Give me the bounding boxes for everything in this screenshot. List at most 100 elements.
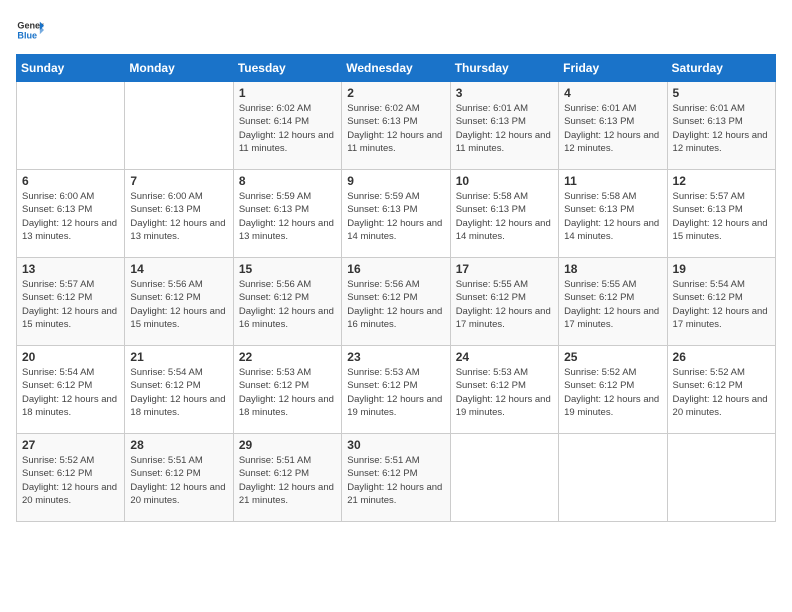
day-number: 27 bbox=[22, 438, 119, 452]
day-number: 22 bbox=[239, 350, 336, 364]
logo: General Blue bbox=[16, 16, 44, 44]
day-number: 16 bbox=[347, 262, 444, 276]
day-info: Sunrise: 5:55 AM Sunset: 6:12 PM Dayligh… bbox=[456, 278, 553, 331]
day-info: Sunrise: 5:54 AM Sunset: 6:12 PM Dayligh… bbox=[673, 278, 770, 331]
calendar-week-row: 13 Sunrise: 5:57 AM Sunset: 6:12 PM Dayli… bbox=[17, 258, 776, 346]
day-number: 29 bbox=[239, 438, 336, 452]
day-number: 2 bbox=[347, 86, 444, 100]
weekday-header-friday: Friday bbox=[559, 55, 667, 82]
calendar-week-row: 27 Sunrise: 5:52 AM Sunset: 6:12 PM Dayli… bbox=[17, 434, 776, 522]
calendar-header: SundayMondayTuesdayWednesdayThursdayFrid… bbox=[17, 55, 776, 82]
calendar-cell: 28 Sunrise: 5:51 AM Sunset: 6:12 PM Dayli… bbox=[125, 434, 233, 522]
calendar-cell bbox=[125, 82, 233, 170]
calendar-cell: 2Sunrise: 6:02 AM Sunset: 6:13 PM Daylig… bbox=[342, 82, 450, 170]
calendar-cell: 15Sunrise: 5:56 AM Sunset: 6:12 PM Dayli… bbox=[233, 258, 341, 346]
calendar-cell: 29 Sunrise: 5:51 AM Sunset: 6:12 PM Dayli… bbox=[233, 434, 341, 522]
calendar-body: 1Sunrise: 6:02 AM Sunset: 6:14 PM Daylig… bbox=[17, 82, 776, 522]
day-number: 5 bbox=[673, 86, 770, 100]
calendar-cell: 14 Sunrise: 5:56 AM Sunset: 6:12 PM Dayli… bbox=[125, 258, 233, 346]
day-number: 4 bbox=[564, 86, 661, 100]
calendar-cell: 30Sunrise: 5:51 AM Sunset: 6:12 PM Dayli… bbox=[342, 434, 450, 522]
day-info: Sunrise: 5:55 AM Sunset: 6:12 PM Dayligh… bbox=[564, 278, 661, 331]
calendar-cell: 16 Sunrise: 5:56 AM Sunset: 6:12 PM Dayli… bbox=[342, 258, 450, 346]
calendar-cell: 6 Sunrise: 6:00 AM Sunset: 6:13 PM Daylig… bbox=[17, 170, 125, 258]
day-number: 3 bbox=[456, 86, 553, 100]
calendar-cell: 19 Sunrise: 5:54 AM Sunset: 6:12 PM Dayli… bbox=[667, 258, 775, 346]
calendar-week-row: 20 Sunrise: 5:54 AM Sunset: 6:12 PM Dayli… bbox=[17, 346, 776, 434]
day-number: 28 bbox=[130, 438, 227, 452]
day-number: 12 bbox=[673, 174, 770, 188]
calendar-cell: 20 Sunrise: 5:54 AM Sunset: 6:12 PM Dayli… bbox=[17, 346, 125, 434]
day-info: Sunrise: 5:58 AM Sunset: 6:13 PM Dayligh… bbox=[564, 190, 661, 243]
day-info: Sunrise: 5:56 AM Sunset: 6:12 PM Dayligh… bbox=[130, 278, 227, 331]
logo-icon: General Blue bbox=[16, 16, 44, 44]
day-info: Sunrise: 6:01 AM Sunset: 6:13 PM Dayligh… bbox=[673, 102, 770, 155]
day-number: 8 bbox=[239, 174, 336, 188]
calendar-cell: 17 Sunrise: 5:55 AM Sunset: 6:12 PM Dayli… bbox=[450, 258, 558, 346]
day-info: Sunrise: 6:02 AM Sunset: 6:14 PM Dayligh… bbox=[239, 102, 336, 155]
calendar-cell bbox=[667, 434, 775, 522]
calendar-cell: 7 Sunrise: 6:00 AM Sunset: 6:13 PM Daylig… bbox=[125, 170, 233, 258]
calendar-week-row: 1Sunrise: 6:02 AM Sunset: 6:14 PM Daylig… bbox=[17, 82, 776, 170]
day-number: 7 bbox=[130, 174, 227, 188]
svg-text:Blue: Blue bbox=[17, 30, 37, 40]
calendar-cell: 3 Sunrise: 6:01 AM Sunset: 6:13 PM Daylig… bbox=[450, 82, 558, 170]
calendar-cell: 13 Sunrise: 5:57 AM Sunset: 6:12 PM Dayli… bbox=[17, 258, 125, 346]
day-number: 19 bbox=[673, 262, 770, 276]
day-info: Sunrise: 5:51 AM Sunset: 6:12 PM Dayligh… bbox=[239, 454, 336, 507]
day-number: 24 bbox=[456, 350, 553, 364]
day-info: Sunrise: 5:52 AM Sunset: 6:12 PM Dayligh… bbox=[673, 366, 770, 419]
day-number: 6 bbox=[22, 174, 119, 188]
weekday-header-thursday: Thursday bbox=[450, 55, 558, 82]
day-info: Sunrise: 5:54 AM Sunset: 6:12 PM Dayligh… bbox=[22, 366, 119, 419]
day-info: Sunrise: 5:52 AM Sunset: 6:12 PM Dayligh… bbox=[22, 454, 119, 507]
day-info: Sunrise: 5:51 AM Sunset: 6:12 PM Dayligh… bbox=[130, 454, 227, 507]
day-number: 9 bbox=[347, 174, 444, 188]
day-number: 21 bbox=[130, 350, 227, 364]
day-number: 14 bbox=[130, 262, 227, 276]
day-info: Sunrise: 5:59 AM Sunset: 6:13 PM Dayligh… bbox=[347, 190, 444, 243]
day-number: 17 bbox=[456, 262, 553, 276]
calendar-cell: 25 Sunrise: 5:52 AM Sunset: 6:12 PM Dayli… bbox=[559, 346, 667, 434]
calendar-cell: 27 Sunrise: 5:52 AM Sunset: 6:12 PM Dayli… bbox=[17, 434, 125, 522]
calendar-week-row: 6 Sunrise: 6:00 AM Sunset: 6:13 PM Daylig… bbox=[17, 170, 776, 258]
weekday-header-row: SundayMondayTuesdayWednesdayThursdayFrid… bbox=[17, 55, 776, 82]
calendar-cell: 18 Sunrise: 5:55 AM Sunset: 6:12 PM Dayli… bbox=[559, 258, 667, 346]
calendar-cell: 8Sunrise: 5:59 AM Sunset: 6:13 PM Daylig… bbox=[233, 170, 341, 258]
day-info: Sunrise: 5:51 AM Sunset: 6:12 PM Dayligh… bbox=[347, 454, 444, 507]
day-info: Sunrise: 5:56 AM Sunset: 6:12 PM Dayligh… bbox=[239, 278, 336, 331]
day-number: 13 bbox=[22, 262, 119, 276]
weekday-header-sunday: Sunday bbox=[17, 55, 125, 82]
calendar-cell: 23 Sunrise: 5:53 AM Sunset: 6:12 PM Dayli… bbox=[342, 346, 450, 434]
day-info: Sunrise: 6:01 AM Sunset: 6:13 PM Dayligh… bbox=[456, 102, 553, 155]
day-info: Sunrise: 5:57 AM Sunset: 6:12 PM Dayligh… bbox=[22, 278, 119, 331]
day-info: Sunrise: 6:00 AM Sunset: 6:13 PM Dayligh… bbox=[22, 190, 119, 243]
day-number: 18 bbox=[564, 262, 661, 276]
day-number: 23 bbox=[347, 350, 444, 364]
day-number: 10 bbox=[456, 174, 553, 188]
day-info: Sunrise: 5:53 AM Sunset: 6:12 PM Dayligh… bbox=[239, 366, 336, 419]
calendar-cell: 11 Sunrise: 5:58 AM Sunset: 6:13 PM Dayli… bbox=[559, 170, 667, 258]
calendar-cell bbox=[17, 82, 125, 170]
weekday-header-wednesday: Wednesday bbox=[342, 55, 450, 82]
weekday-header-tuesday: Tuesday bbox=[233, 55, 341, 82]
day-info: Sunrise: 5:58 AM Sunset: 6:13 PM Dayligh… bbox=[456, 190, 553, 243]
day-number: 26 bbox=[673, 350, 770, 364]
day-number: 11 bbox=[564, 174, 661, 188]
header: General Blue bbox=[16, 16, 776, 44]
calendar-cell: 5 Sunrise: 6:01 AM Sunset: 6:13 PM Daylig… bbox=[667, 82, 775, 170]
calendar-cell: 26 Sunrise: 5:52 AM Sunset: 6:12 PM Dayli… bbox=[667, 346, 775, 434]
day-info: Sunrise: 5:56 AM Sunset: 6:12 PM Dayligh… bbox=[347, 278, 444, 331]
day-number: 25 bbox=[564, 350, 661, 364]
day-info: Sunrise: 5:53 AM Sunset: 6:12 PM Dayligh… bbox=[456, 366, 553, 419]
calendar-cell: 24 Sunrise: 5:53 AM Sunset: 6:12 PM Dayli… bbox=[450, 346, 558, 434]
day-info: Sunrise: 5:52 AM Sunset: 6:12 PM Dayligh… bbox=[564, 366, 661, 419]
day-info: Sunrise: 5:53 AM Sunset: 6:12 PM Dayligh… bbox=[347, 366, 444, 419]
day-info: Sunrise: 6:00 AM Sunset: 6:13 PM Dayligh… bbox=[130, 190, 227, 243]
calendar-cell: 10 Sunrise: 5:58 AM Sunset: 6:13 PM Dayli… bbox=[450, 170, 558, 258]
calendar-table: SundayMondayTuesdayWednesdayThursdayFrid… bbox=[16, 54, 776, 522]
calendar-cell: 22 Sunrise: 5:53 AM Sunset: 6:12 PM Dayli… bbox=[233, 346, 341, 434]
day-number: 20 bbox=[22, 350, 119, 364]
calendar-cell: 4Sunrise: 6:01 AM Sunset: 6:13 PM Daylig… bbox=[559, 82, 667, 170]
weekday-header-saturday: Saturday bbox=[667, 55, 775, 82]
